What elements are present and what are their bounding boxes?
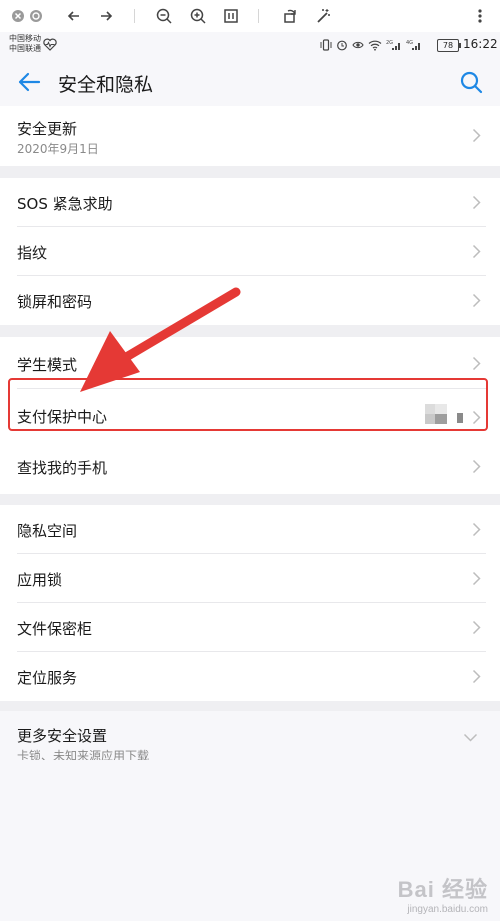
app-header: 安全和隐私 [0, 58, 500, 106]
item-label: 学生模式 [17, 356, 78, 374]
list-item-payment-protection[interactable]: 支付保护中心 [0, 389, 500, 445]
item-label: 指纹 [17, 244, 48, 262]
arrow-back-icon[interactable] [64, 6, 84, 26]
vibrate-icon [320, 39, 332, 51]
item-label: 更多安全设置 [17, 727, 108, 745]
status-bar: 中国移动 中国联通 2G 4G 78 16:22 [0, 32, 500, 58]
list-item-location-service[interactable]: 定位服务 [0, 652, 500, 701]
signal-2g-icon: 2G [386, 40, 400, 50]
signal-4g-icon: 4G [406, 40, 420, 50]
svg-text:2G: 2G [386, 40, 393, 46]
chevron-right-icon [472, 571, 481, 586]
chevron-right-icon [472, 522, 481, 537]
fit-screen-icon[interactable] [221, 6, 241, 26]
group-emergency-lock: SOS 紧急求助 指纹 锁屏和密码 [0, 178, 500, 325]
item-label: 应用锁 [17, 571, 63, 589]
bottom-empty-area: Bai 经验 jingyan.baidu.com [0, 760, 500, 921]
item-label: 文件保密柜 [17, 620, 93, 638]
item-sub: 2020年9月1日 [17, 142, 99, 156]
group-student-payment: 学生模式 支付保护中心 查找我的手机 [0, 337, 500, 494]
list-item-lockscreen-password[interactable]: 锁屏和密码 [0, 276, 500, 325]
arrow-forward-icon[interactable] [96, 6, 116, 26]
list-item-fingerprint[interactable]: 指纹 [0, 227, 500, 276]
chevron-right-icon [472, 195, 481, 210]
group-divider [0, 325, 500, 337]
viewer-toolbar [0, 0, 500, 32]
settings-list: 安全更新 2020年9月1日 SOS 紧急求助 指纹 锁屏和密码 学生模式 支付… [0, 106, 500, 777]
item-label: 支付保护中心 [17, 408, 108, 426]
chevron-right-icon [472, 620, 481, 635]
group-divider [0, 494, 500, 505]
magic-wand-icon[interactable] [313, 6, 333, 26]
list-item-sos[interactable]: SOS 紧急求助 [0, 178, 500, 227]
item-label: 隐私空间 [17, 522, 78, 540]
item-label: 锁屏和密码 [17, 293, 93, 311]
blurred-status-image [425, 404, 463, 424]
page-title: 安全和隐私 [58, 74, 154, 96]
watermark-logo: Bai 经验 [397, 877, 488, 902]
chevron-down-icon[interactable] [463, 733, 478, 742]
carrier-info: 中国移动 中国联通 [9, 34, 41, 54]
chevron-right-icon [472, 669, 481, 684]
list-item-student-mode[interactable]: 学生模式 [0, 337, 500, 389]
block-circle-icon[interactable] [26, 6, 46, 26]
eye-icon [352, 41, 364, 49]
zoom-out-icon[interactable] [154, 6, 174, 26]
battery-indicator: 78 [437, 39, 461, 52]
group-privacy: 隐私空间 应用锁 文件保密柜 定位服务 [0, 505, 500, 701]
item-label: SOS 紧急求助 [17, 195, 113, 213]
list-item-app-lock[interactable]: 应用锁 [0, 554, 500, 603]
watermark-url: jingyan.baidu.com [407, 904, 488, 915]
list-item-file-safe[interactable]: 文件保密柜 [0, 603, 500, 652]
status-time: 16:22 [463, 37, 498, 51]
status-icons: 2G 4G [320, 38, 422, 52]
carrier-2: 中国联通 [9, 44, 41, 53]
group-divider [0, 701, 500, 711]
list-item-private-space[interactable]: 隐私空间 [0, 505, 500, 554]
item-label: 查找我的手机 [17, 459, 108, 477]
heart-rate-icon [43, 38, 57, 51]
carrier-1: 中国移动 [9, 34, 41, 43]
rotate-icon[interactable] [280, 6, 300, 26]
svg-text:4G: 4G [406, 40, 413, 46]
back-arrow-icon[interactable] [17, 71, 41, 93]
chevron-right-icon [472, 459, 481, 474]
close-circle-icon[interactable] [8, 6, 28, 26]
more-vertical-icon[interactable] [470, 6, 490, 26]
list-item-find-my-phone[interactable]: 查找我的手机 [0, 445, 500, 494]
alarm-icon [337, 40, 347, 51]
search-icon[interactable] [459, 70, 483, 94]
group-divider [0, 166, 500, 178]
watermark: Bai 经验 jingyan.baidu.com [398, 872, 488, 915]
chevron-right-icon [472, 244, 481, 259]
list-item-security-update[interactable]: 安全更新 2020年9月1日 [0, 106, 500, 166]
chevron-right-icon [472, 293, 481, 308]
wifi-icon [368, 40, 382, 51]
chevron-right-icon [472, 128, 481, 143]
zoom-in-icon[interactable] [188, 6, 208, 26]
item-label: 安全更新 [17, 120, 78, 138]
chevron-right-icon [472, 410, 481, 425]
chevron-right-icon [472, 356, 481, 371]
item-label: 定位服务 [17, 669, 78, 687]
group-security-update: 安全更新 2020年9月1日 [0, 106, 500, 166]
